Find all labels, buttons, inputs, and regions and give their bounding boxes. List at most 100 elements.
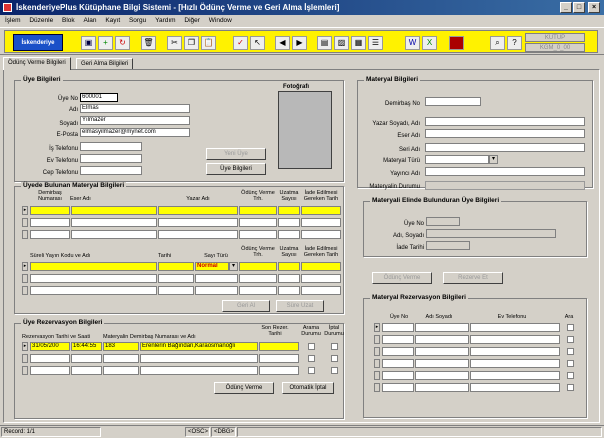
grid-cell[interactable] [140, 366, 258, 375]
menu-duzenle[interactable]: Düzenle [29, 17, 53, 24]
grid-cell[interactable] [140, 354, 258, 363]
grid-cell[interactable] [103, 366, 139, 375]
uye-no-field[interactable]: 600001 [80, 93, 118, 102]
previous-icon[interactable]: ◀ [275, 36, 290, 50]
sure-uzat-button[interactable]: Süre Uzat [276, 300, 324, 312]
grid-cell[interactable] [301, 286, 341, 295]
grid-cell[interactable] [470, 347, 560, 356]
grid-cell[interactable] [278, 218, 300, 227]
grid-cell[interactable] [470, 359, 560, 368]
tur-select[interactable] [425, 155, 489, 164]
refresh-icon[interactable]: ↻ [115, 36, 130, 50]
paste-icon[interactable]: 📋 [201, 36, 216, 50]
rez-tarih-cell[interactable]: 31/05/200 [30, 342, 70, 351]
next-icon[interactable]: ▶ [292, 36, 307, 50]
grid-cell[interactable] [415, 323, 469, 332]
grid-cell[interactable] [239, 274, 277, 283]
grid-cell[interactable] [239, 218, 277, 227]
grid-cell[interactable] [30, 262, 157, 271]
grid-cell[interactable] [259, 354, 299, 363]
adi-field[interactable]: Elmas [80, 104, 190, 113]
save-icon[interactable]: ▣ [81, 36, 96, 50]
word-icon[interactable]: W [405, 36, 420, 50]
grid-cell[interactable] [30, 366, 70, 375]
minimize-button[interactable]: _ [560, 2, 572, 13]
grid-cell[interactable] [382, 335, 414, 344]
seri-field[interactable] [425, 143, 585, 152]
iptal-checkbox[interactable] [331, 367, 338, 374]
grid-cell[interactable] [301, 274, 341, 283]
grid-cell[interactable] [470, 323, 560, 332]
grid-cell[interactable] [195, 286, 238, 295]
grid-cell[interactable] [415, 347, 469, 356]
grid-cell[interactable] [71, 206, 157, 215]
arama-checkbox[interactable] [308, 367, 315, 374]
grid-cell[interactable] [30, 218, 70, 227]
ara-checkbox[interactable] [567, 384, 574, 391]
excel-icon[interactable]: X [422, 36, 437, 50]
grid-cell[interactable] [415, 335, 469, 344]
ev-telefonu-field[interactable] [80, 154, 142, 163]
grid-cell[interactable] [71, 366, 102, 375]
grid-cell[interactable] [239, 230, 277, 239]
close-button[interactable]: × [588, 2, 600, 13]
ara-checkbox[interactable] [567, 348, 574, 355]
grid-cell[interactable] [382, 359, 414, 368]
tab-odunc-verme[interactable]: Ödünç Verme Bilgileri [3, 57, 71, 70]
grid-cell[interactable] [158, 230, 238, 239]
eposta-field[interactable]: elmasyilmazer@mynet.com [80, 128, 190, 137]
grid-cell[interactable] [415, 359, 469, 368]
grid-cell[interactable] [278, 286, 300, 295]
grid-cell[interactable] [30, 354, 70, 363]
menu-kayit[interactable]: Kayıt [105, 17, 120, 24]
menu-diger[interactable]: Diğer [184, 17, 200, 24]
image-icon[interactable]: ▨ [334, 36, 349, 50]
ara-checkbox[interactable] [567, 360, 574, 367]
arama-checkbox[interactable] [308, 343, 315, 350]
grid-cell[interactable] [30, 274, 157, 283]
rezerve-et-button[interactable]: Rezerve Et [443, 272, 503, 284]
trash-icon[interactable]: 🗑 [141, 36, 156, 50]
menu-islem[interactable]: İşlem [5, 17, 21, 24]
grid-cell[interactable] [470, 383, 560, 392]
eser-field[interactable] [425, 129, 585, 138]
grid-cell[interactable] [195, 274, 238, 283]
soyadi-field[interactable]: Yılmazer [80, 116, 190, 125]
grid-cell[interactable] [158, 274, 194, 283]
menu-alan[interactable]: Alan [83, 17, 96, 24]
ara-checkbox[interactable] [567, 324, 574, 331]
check-icon[interactable]: ✓ [233, 36, 248, 50]
rez-ad-cell[interactable]: Erenlerin Bağından,Karaosmanoğlı [140, 342, 258, 351]
menu-window[interactable]: Window [209, 17, 232, 24]
grid-cell[interactable] [278, 230, 300, 239]
menu-blok[interactable]: Blok [62, 17, 75, 24]
ara-checkbox[interactable] [567, 336, 574, 343]
grid-cell[interactable] [71, 354, 102, 363]
grid-cell[interactable] [301, 230, 341, 239]
grid-cell[interactable] [470, 371, 560, 380]
menu-sorgu[interactable]: Sorgu [129, 17, 146, 24]
grid-cell[interactable] [71, 230, 157, 239]
ara-checkbox[interactable] [567, 372, 574, 379]
rez-no-cell[interactable]: 183 [103, 342, 139, 351]
add-icon[interactable]: + [98, 36, 113, 50]
grid-cell[interactable] [259, 366, 299, 375]
yayinci-field[interactable] [425, 167, 585, 176]
arama-checkbox[interactable] [308, 355, 315, 362]
rez-odunc-verme-button[interactable]: Ödünç Verme [214, 382, 274, 394]
geri-al-button[interactable]: Geri Al [222, 300, 270, 312]
grid-cell[interactable] [259, 342, 299, 351]
mat-odunc-verme-button[interactable]: Ödünç Verme [372, 272, 432, 284]
cursor-icon[interactable]: ↖ [250, 36, 265, 50]
grid-cell[interactable] [158, 262, 194, 271]
grid-cell[interactable] [382, 323, 414, 332]
sayi-turu-select[interactable]: Normal [195, 262, 229, 271]
grid-cell[interactable] [103, 354, 139, 363]
help-icon[interactable]: ? [507, 36, 522, 50]
search-icon[interactable]: ⌕ [490, 36, 505, 50]
grid-icon[interactable]: ▦ [351, 36, 366, 50]
demirbas-field[interactable] [425, 97, 481, 106]
grid-cell[interactable] [239, 286, 277, 295]
grid-cell[interactable] [158, 218, 238, 227]
grid-cell[interactable] [382, 383, 414, 392]
